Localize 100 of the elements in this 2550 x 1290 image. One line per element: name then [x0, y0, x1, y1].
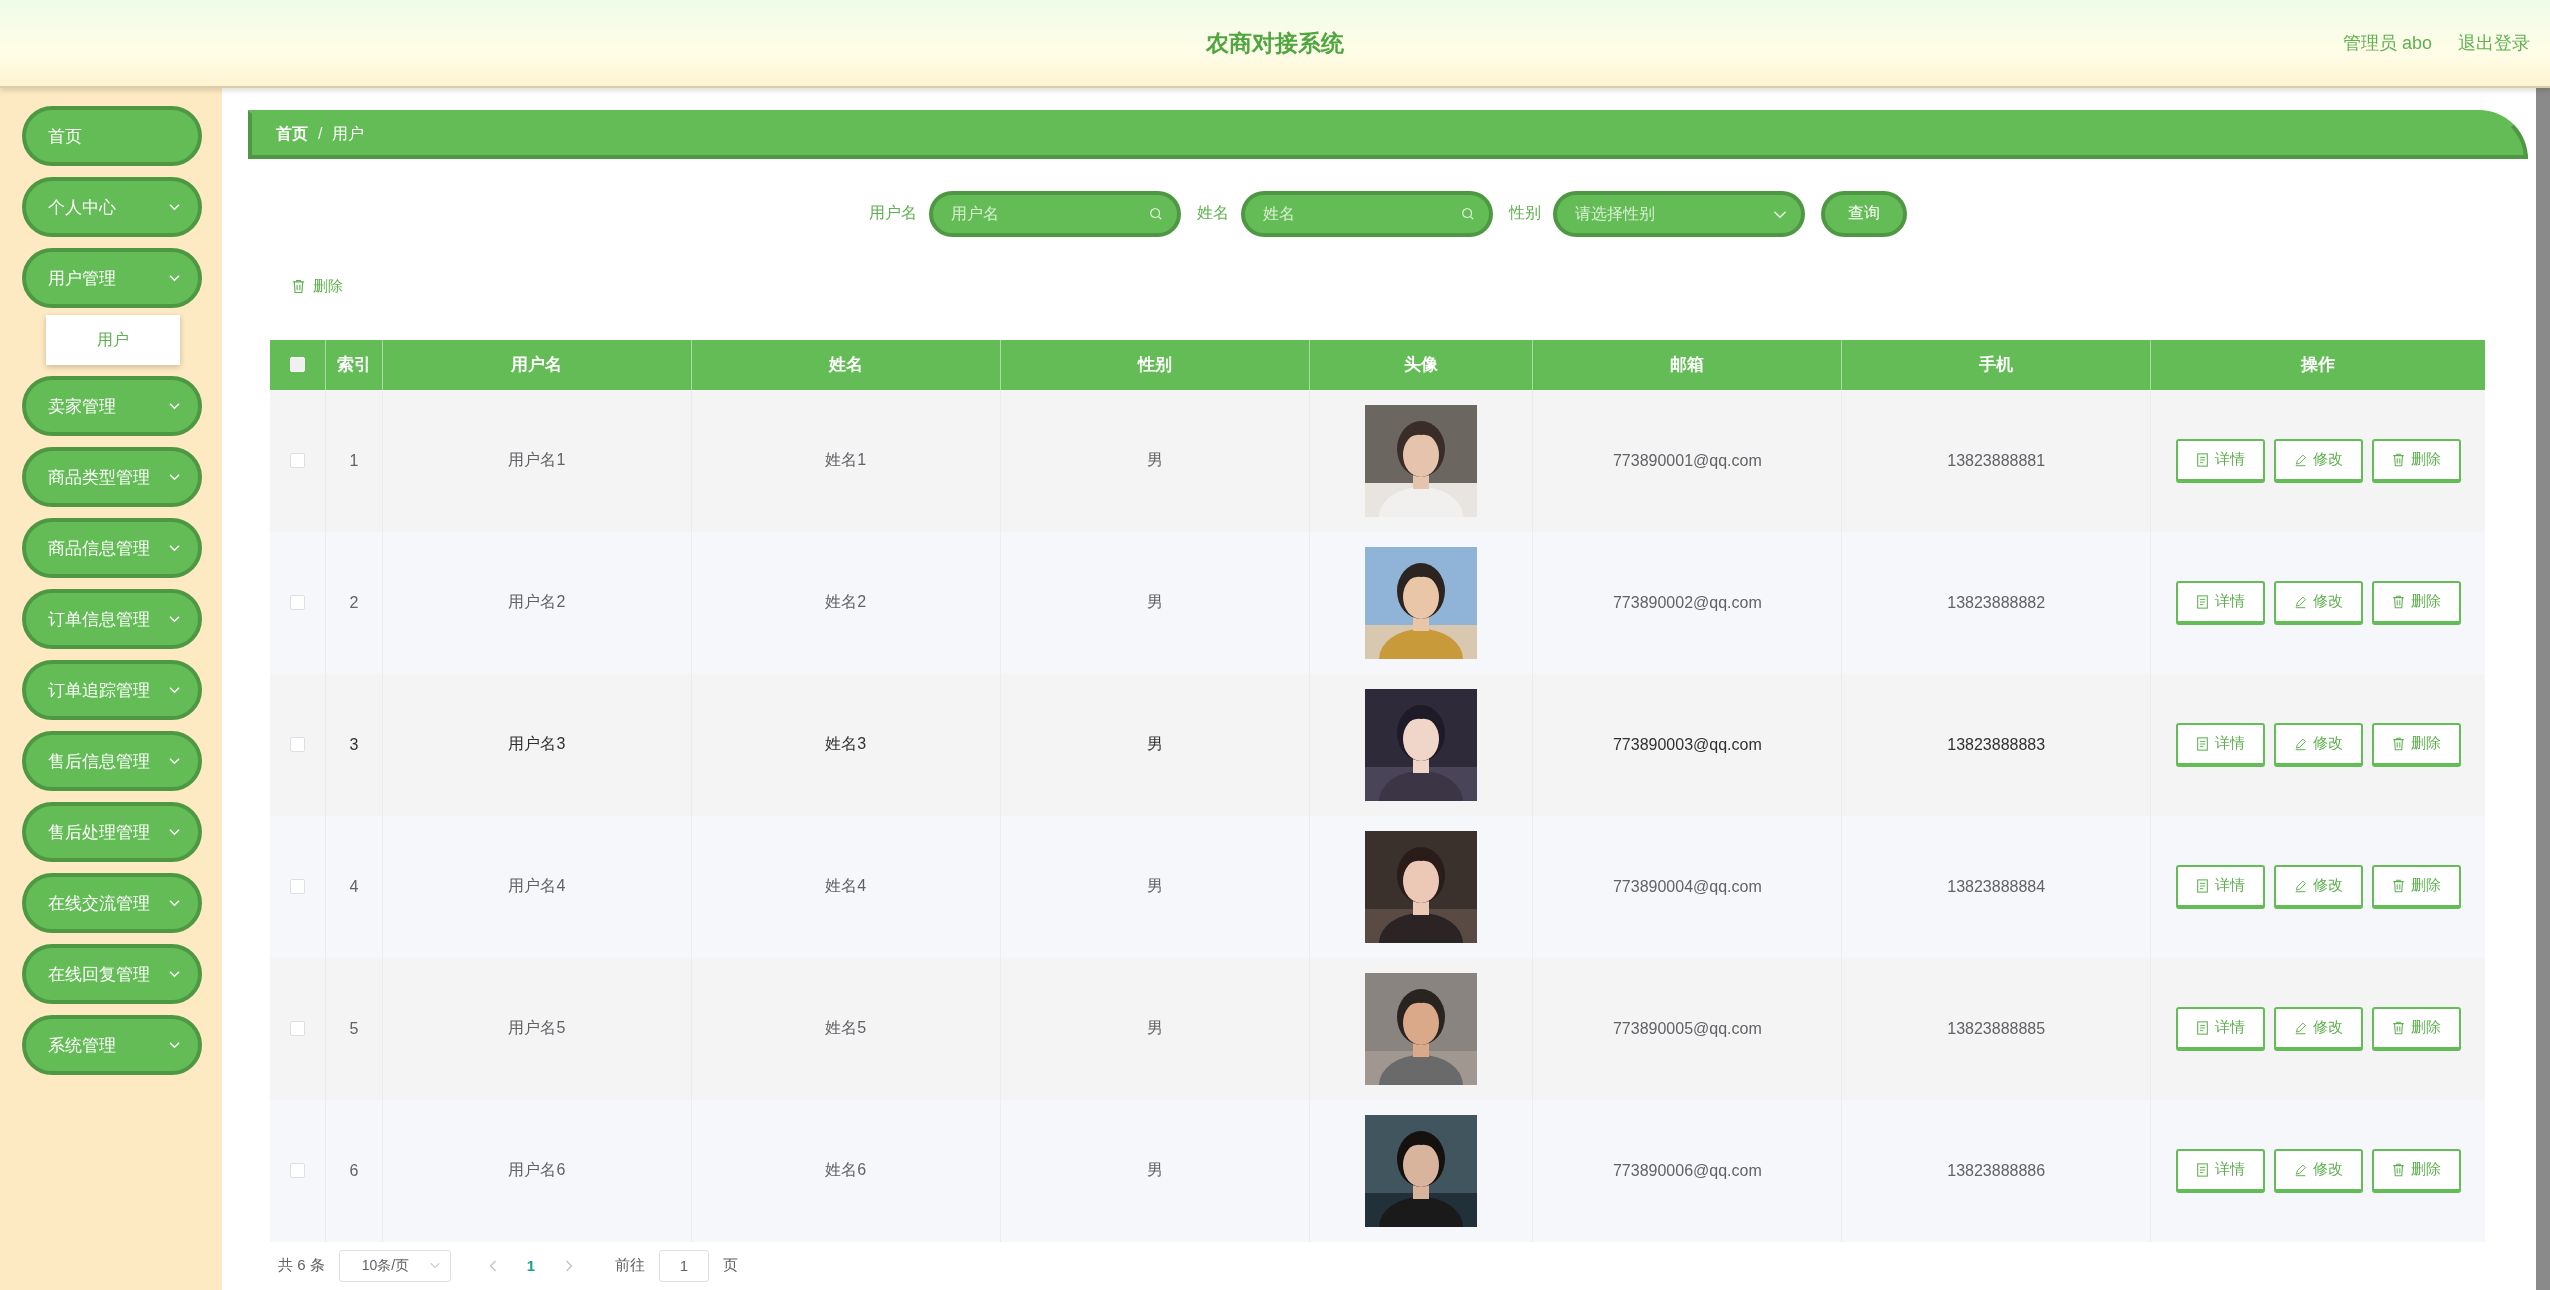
row-checkbox[interactable]	[290, 1163, 305, 1178]
delete-button[interactable]: 删除	[2371, 1006, 2461, 1051]
row-checkbox[interactable]	[290, 453, 305, 468]
edit-button[interactable]: 修改	[2273, 580, 2363, 625]
table-cell: 773890002@qq.com	[1612, 593, 1762, 612]
table-cell: 5	[349, 1019, 359, 1038]
edit-button[interactable]: 修改	[2273, 864, 2363, 909]
query-button[interactable]: 查询	[1821, 190, 1907, 237]
column-header: 性别	[1000, 339, 1310, 390]
table-cell-text: 男	[1146, 450, 1163, 470]
table-cell: 13823888886	[1947, 1161, 2046, 1180]
table-cell-text: 用户名4	[508, 876, 566, 896]
detail-button[interactable]: 详情	[2175, 1148, 2265, 1193]
table-cell-text: 用户名1	[508, 450, 566, 470]
page-input[interactable]: 1	[659, 1249, 710, 1282]
row-checkbox[interactable]	[290, 595, 305, 610]
trash-icon	[2391, 1020, 2405, 1035]
page-number[interactable]: 1	[520, 1257, 542, 1275]
field-label: 姓名	[1197, 203, 1229, 224]
chevron-icon	[169, 274, 180, 282]
chevron-icon	[169, 544, 180, 552]
chevron-icon	[169, 686, 180, 694]
table-cell: 13823888883	[1947, 735, 2046, 754]
row-checkbox[interactable]	[290, 737, 305, 752]
menu-item[interactable]: 订单追踪管理	[22, 660, 202, 720]
document-icon	[2195, 594, 2209, 609]
column-header: 头像	[1309, 339, 1534, 390]
menu-item[interactable]: 在线交流管理	[22, 873, 202, 933]
delete-button[interactable]: 删除	[2371, 864, 2461, 909]
trash-icon	[2391, 1162, 2405, 1177]
breadcrumb-link[interactable]: 用户	[332, 123, 365, 145]
previous-page-icon[interactable]	[488, 1259, 497, 1272]
submenu-item[interactable]: 用户	[46, 315, 180, 365]
chevron-icon	[169, 1041, 180, 1049]
trash-icon	[2391, 736, 2405, 751]
search-field[interactable]: 姓名	[1241, 190, 1493, 237]
detail-button[interactable]: 详情	[2175, 438, 2265, 483]
table-cell-text: 男	[1146, 1018, 1163, 1038]
detail-button[interactable]: 详情	[2175, 580, 2265, 625]
next-page-icon[interactable]	[565, 1259, 574, 1272]
delete-button[interactable]: 删除	[292, 276, 343, 296]
table-cell: 773890006@qq.com	[1612, 1161, 1762, 1180]
menu-item[interactable]: 在线回复管理	[22, 944, 202, 1004]
table-cell-text: 姓名3	[825, 734, 867, 754]
edit-button[interactable]: 修改	[2273, 1006, 2363, 1051]
delete-button[interactable]: 删除	[2371, 1148, 2461, 1193]
edit-button[interactable]: 修改	[2273, 438, 2363, 483]
chevron-icon	[169, 615, 180, 623]
menu-item[interactable]: 系统管理	[22, 1015, 202, 1075]
breadcrumb-link[interactable]: 首页	[276, 123, 308, 145]
table-cell: 3	[349, 735, 359, 754]
trash-icon	[2391, 452, 2405, 467]
pencil-icon	[2293, 736, 2307, 751]
row-checkbox[interactable]	[290, 1021, 305, 1036]
delete-button[interactable]: 删除	[2371, 580, 2461, 625]
table-cell-text: 姓名5	[825, 1018, 867, 1038]
detail-button[interactable]: 详情	[2175, 864, 2265, 909]
menu-item[interactable]: 商品信息管理	[22, 518, 202, 578]
menu-item[interactable]: 个人中心	[22, 177, 202, 237]
select-all-checkbox[interactable]	[290, 357, 305, 372]
menu-item[interactable]: 售后信息管理	[22, 731, 202, 791]
edit-button[interactable]: 修改	[2273, 1148, 2363, 1193]
document-icon	[2195, 878, 2209, 893]
logout-link[interactable]: 退出登录	[2458, 31, 2530, 55]
document-icon	[2195, 452, 2209, 467]
chevron-icon	[169, 899, 180, 907]
table-cell: 13823888881	[1947, 451, 2046, 470]
table-cell-text: 姓名1	[825, 450, 867, 470]
table-cell: 773890001@qq.com	[1612, 451, 1762, 470]
breadcrumb-separator: /	[318, 125, 323, 144]
table-cell: 2	[349, 593, 359, 612]
pencil-icon	[2293, 1162, 2307, 1177]
page-size-select[interactable]: 10条/页	[338, 1249, 451, 1282]
chevron-icon	[169, 402, 180, 410]
detail-button[interactable]: 详情	[2175, 1006, 2265, 1051]
column-header: 邮箱	[1533, 339, 1843, 390]
menu-item[interactable]: 售后处理管理	[22, 802, 202, 862]
menu-item[interactable]: 商品类型管理	[22, 447, 202, 507]
row-checkbox[interactable]	[290, 879, 305, 894]
menu-item[interactable]: 用户管理	[22, 248, 202, 308]
edit-button[interactable]: 修改	[2273, 722, 2363, 767]
trash-icon	[2391, 594, 2405, 609]
scrollbar[interactable]	[2536, 88, 2550, 1290]
chevron-icon	[1773, 209, 1787, 219]
detail-button[interactable]: 详情	[2175, 722, 2265, 767]
table-cell-text: 用户名6	[508, 1160, 566, 1180]
menu-item[interactable]: 首页	[22, 106, 202, 166]
gender-select[interactable]: 请选择性别	[1553, 190, 1805, 237]
menu-item[interactable]: 卖家管理	[22, 376, 202, 436]
table-cell: 4	[349, 877, 359, 896]
delete-button[interactable]: 删除	[2371, 722, 2461, 767]
column-header: 手机	[1842, 339, 2152, 390]
table-cell: 13823888882	[1947, 593, 2046, 612]
search-field[interactable]: 用户名	[929, 190, 1181, 237]
delete-button[interactable]: 删除	[2371, 438, 2461, 483]
menu-item[interactable]: 订单信息管理	[22, 589, 202, 649]
chevron-icon	[429, 1262, 440, 1270]
table-cell: 6	[349, 1161, 359, 1180]
table-cell-text: 姓名2	[825, 592, 867, 612]
chevron-icon	[169, 473, 180, 481]
